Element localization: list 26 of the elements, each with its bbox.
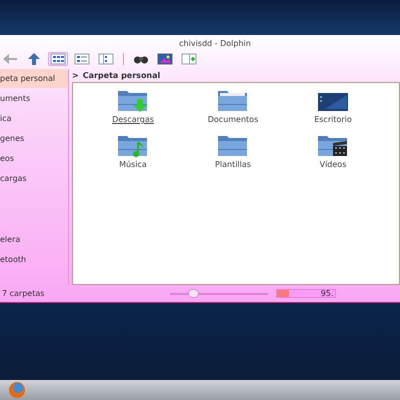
globe-icon[interactable] xyxy=(8,381,26,399)
file-name[interactable]: Plantillas xyxy=(215,159,251,171)
sidebar-item[interactable]: ica xyxy=(0,109,68,128)
sidebar-item[interactable]: peta personal xyxy=(0,69,68,88)
file-name[interactable]: Escritorio xyxy=(314,114,352,126)
sidebar-item[interactable]: elera xyxy=(0,230,68,249)
file-name[interactable]: Vídeos xyxy=(320,159,346,171)
file-name[interactable]: Música xyxy=(119,159,147,171)
zoom-slider-thumb[interactable] xyxy=(188,288,199,298)
file-name[interactable]: Documentos xyxy=(208,114,258,126)
sidebar-item[interactable]: etooth xyxy=(0,250,68,269)
image-icon-button[interactable] xyxy=(155,52,175,66)
sidebar-item[interactable]: genes xyxy=(0,129,68,148)
split-view-icon-button[interactable] xyxy=(179,52,199,66)
free-space-reading: 95. xyxy=(320,290,334,297)
status-text: 7 carpetas xyxy=(2,288,44,300)
details-view-icon-button[interactable] xyxy=(72,52,92,66)
sidebar-item[interactable]: cargas xyxy=(0,169,68,188)
file-name[interactable]: Descargas xyxy=(112,114,154,126)
breadcrumb-arrow: > xyxy=(72,70,79,82)
icons-view-icon-button[interactable] xyxy=(48,52,68,66)
breadcrumb-item[interactable]: Carpeta personal xyxy=(82,70,160,82)
sidebar-item[interactable]: uments xyxy=(0,89,68,108)
sidebar-item[interactable]: eos xyxy=(0,149,68,168)
columns-view-icon-button[interactable] xyxy=(96,52,116,66)
window-title: chivisdd - Dolphin xyxy=(179,38,251,50)
